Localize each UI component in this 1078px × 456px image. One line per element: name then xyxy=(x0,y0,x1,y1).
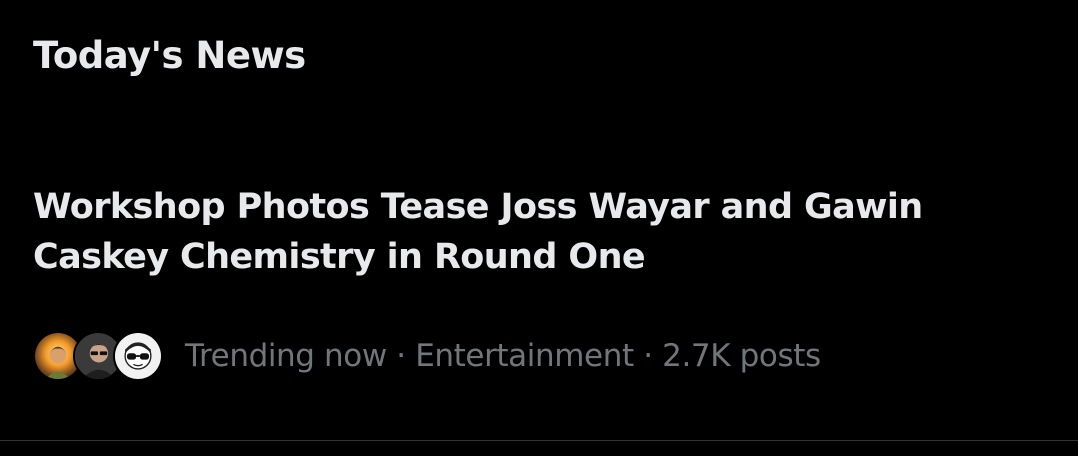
meta-separator: · xyxy=(643,338,653,374)
section-title: Today's News xyxy=(33,34,306,77)
story-category: Entertainment xyxy=(415,338,634,374)
avatar-stack xyxy=(33,331,163,381)
section-divider xyxy=(0,440,1078,441)
avatar-sunglasses-cartoon xyxy=(113,331,163,381)
post-count: 2.7K posts xyxy=(662,338,821,374)
news-headline[interactable]: Workshop Photos Tease Joss Wayar and Gaw… xyxy=(33,182,1033,282)
story-meta: Trending now · Entertainment · 2.7K post… xyxy=(33,327,821,385)
story-meta-text: Trending now · Entertainment · 2.7K post… xyxy=(185,336,821,376)
meta-separator: · xyxy=(396,338,406,374)
trending-status: Trending now xyxy=(185,338,387,374)
